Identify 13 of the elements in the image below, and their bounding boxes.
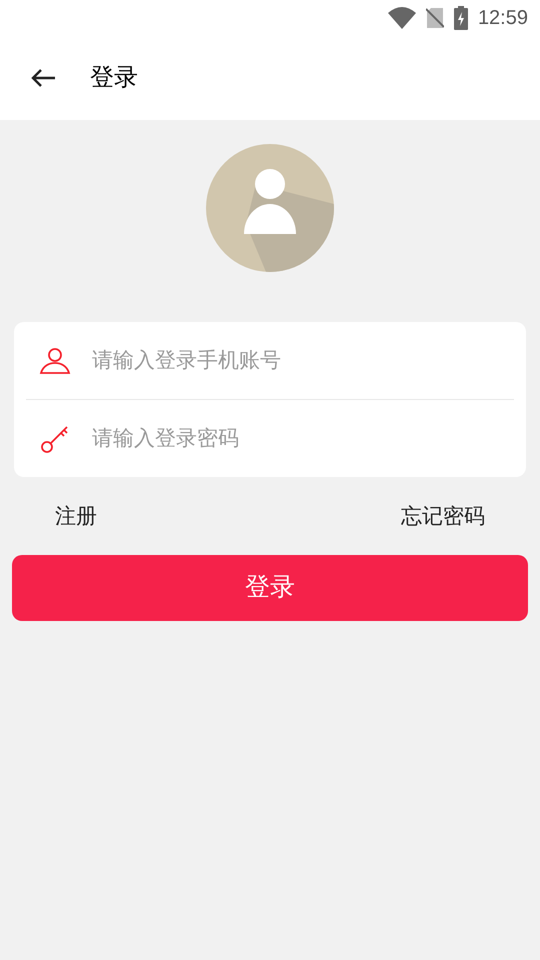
back-icon xyxy=(30,68,56,88)
no-sim-icon xyxy=(426,7,444,29)
page-title: 登录 xyxy=(90,63,138,93)
login-button[interactable]: 登录 xyxy=(12,554,528,620)
user-icon xyxy=(39,346,71,374)
input-field[interactable]: 请输入登录密码 xyxy=(92,422,510,454)
wifi-icon xyxy=(388,7,416,29)
status-time: 12:59 xyxy=(478,6,528,31)
battery-icon xyxy=(454,6,468,30)
forgot-password-link[interactable]: 忘记密码 xyxy=(401,501,485,532)
register-link[interactable]: 注册 xyxy=(55,501,97,532)
input-field[interactable]: 请输入登录手机账号 xyxy=(92,344,510,376)
key-icon xyxy=(40,424,70,454)
